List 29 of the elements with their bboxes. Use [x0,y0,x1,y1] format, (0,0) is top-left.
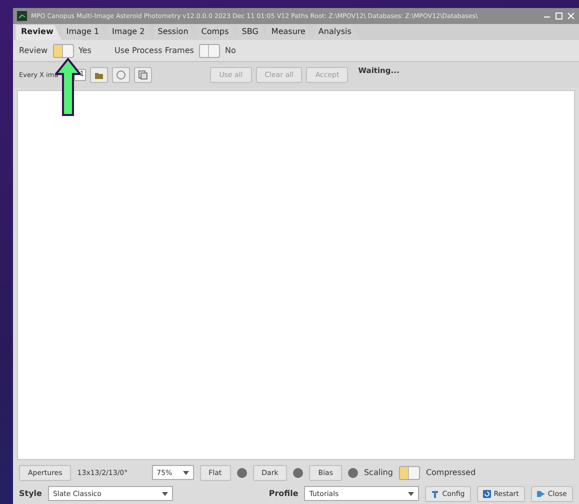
close-icon[interactable] [567,12,575,20]
option-label: Review [19,46,48,55]
restart-icon [482,490,491,498]
toggle-state: No [224,46,236,55]
exit-icon [536,490,545,498]
toggle-switch[interactable] [198,44,220,58]
tab[interactable]: Review [16,25,62,40]
maximize-icon[interactable] [555,12,563,20]
dropdown-caret-icon [162,492,168,496]
profile-label: Profile [268,489,298,498]
scaling-label: Scaling [364,468,393,477]
style-label: Style [19,489,42,498]
dropdown-caret-icon [408,492,414,496]
status-led [348,468,358,478]
app-icon [17,11,27,21]
circle-icon [116,70,126,80]
tool-button[interactable] [90,67,108,83]
toggle-switch[interactable] [398,466,420,480]
toggle-switch[interactable] [52,44,74,58]
toggle-state: Yes [78,46,92,55]
status-led [293,468,304,478]
folder-icon [94,70,104,80]
dropdown-caret-icon [182,470,189,474]
status-led [236,468,247,478]
copy-icon [138,70,148,80]
tool-button[interactable] [134,67,152,83]
toggle-state: Compressed [426,468,476,477]
tool-button[interactable] [112,67,130,83]
option-label: Use Process Frames [114,46,194,55]
